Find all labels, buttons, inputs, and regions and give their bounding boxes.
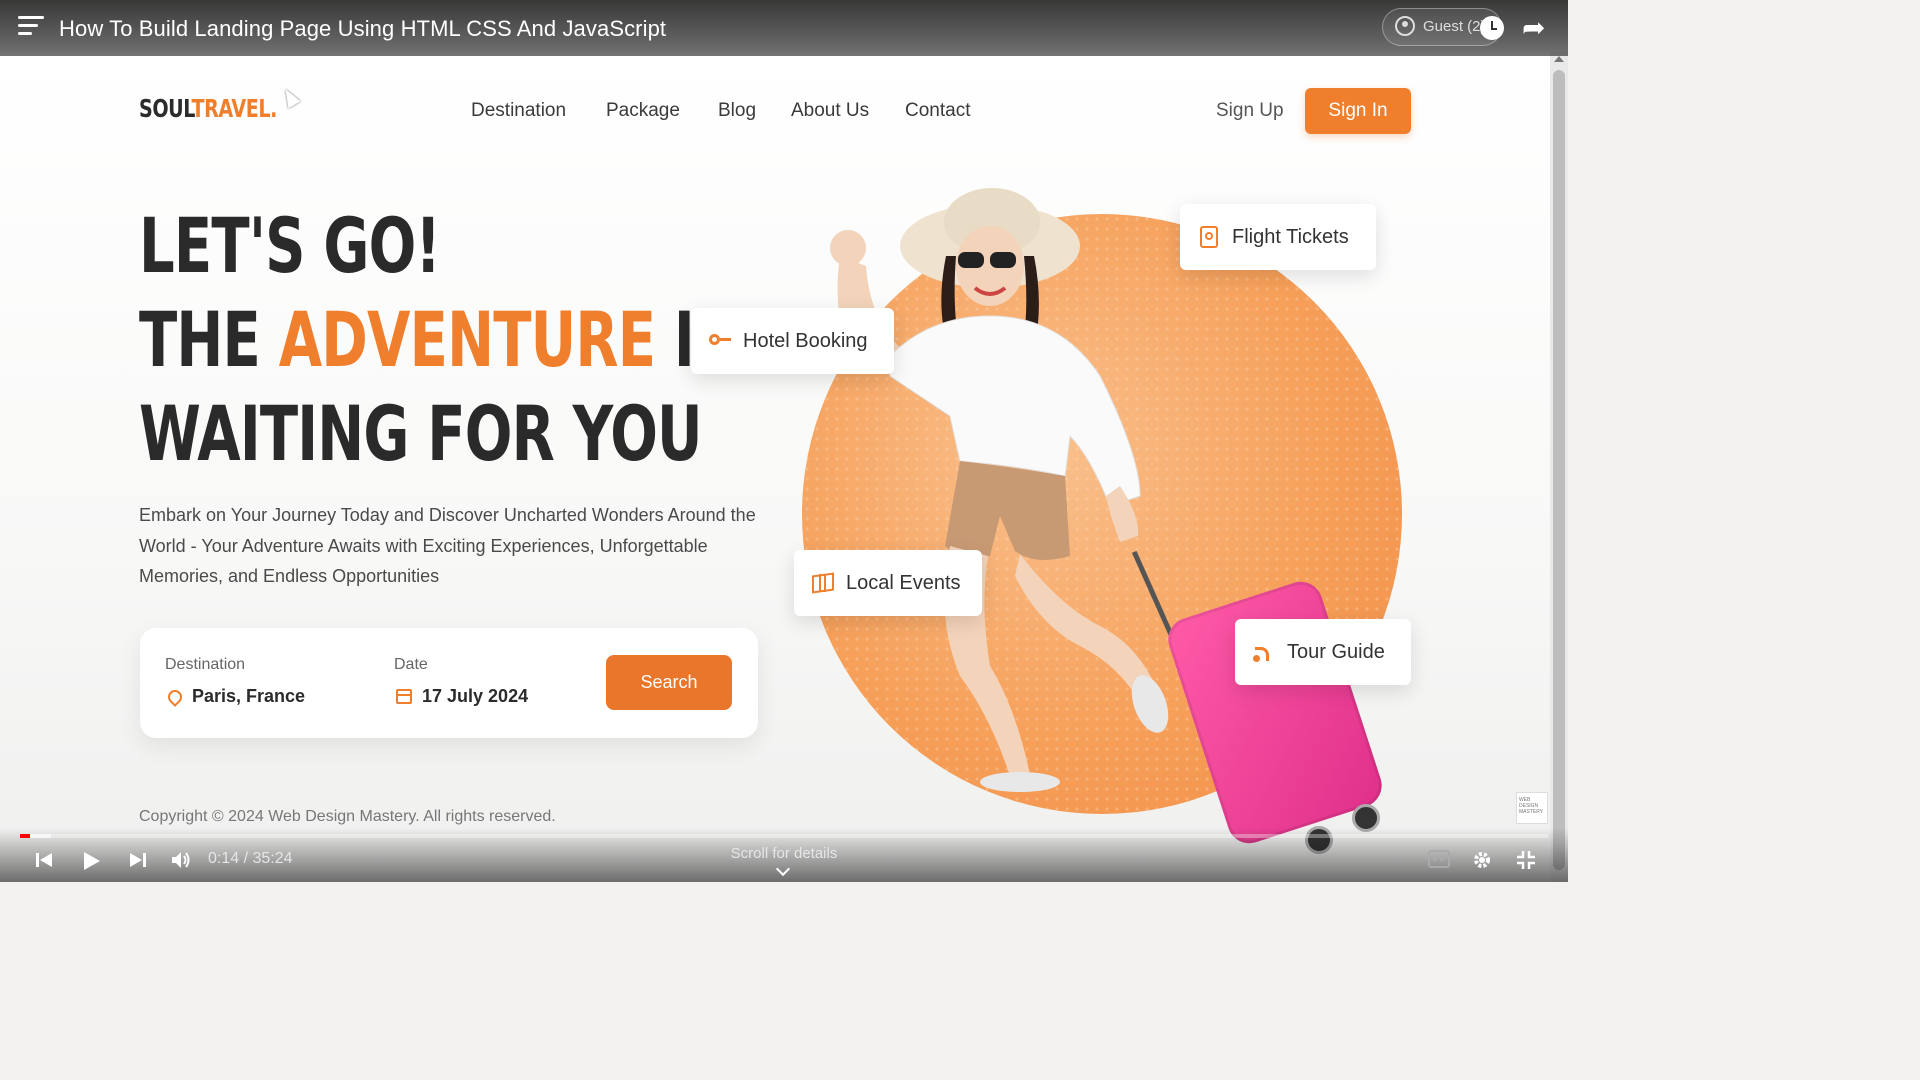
date-field[interactable]: 17 July 2024 [396,686,528,707]
account-icon [1395,16,1415,36]
clock-icon[interactable] [1480,16,1504,40]
scroll-hint[interactable]: Scroll for details [729,845,839,862]
hero-line-1: LET'S GO! [139,201,441,290]
nav-package[interactable]: Package [606,100,680,122]
date-value: 17 July 2024 [422,686,529,706]
channel-watermark: WEB DESIGN MASTERY [1516,792,1548,824]
calendar-icon [396,689,412,704]
flight-tickets-label: Flight Tickets [1232,225,1349,248]
player-top-bar: How To Build Landing Page Using HTML CSS… [0,0,1568,56]
date-label: Date [394,656,428,673]
key-icon [709,330,731,352]
hotel-booking-label: Hotel Booking [743,329,868,352]
hero-line-2: THE ADVENTURE IS [139,302,734,378]
hero-description: Embark on Your Journey Today and Discove… [139,505,756,586]
hero-line-2-pre: THE [139,295,261,384]
previous-icon[interactable] [34,850,54,870]
gear-icon[interactable] [1472,850,1492,870]
tour-guide-tag: Tour Guide [1235,619,1411,685]
sign-in-button[interactable]: Sign In [1305,88,1411,134]
search-button[interactable]: Search [606,655,732,710]
nav-blog[interactable]: Blog [718,100,756,122]
play-icon[interactable] [80,850,102,872]
map-icon [812,572,834,594]
captions-icon[interactable] [1428,850,1450,868]
account-label: Guest (2) [1423,18,1486,35]
nav-about-us[interactable]: About Us [791,100,869,122]
route-icon [1253,641,1275,663]
scroll-thumb[interactable] [1553,70,1565,870]
local-events-tag: Local Events [794,550,982,616]
nav-contact[interactable]: Contact [905,100,970,122]
sign-up-link[interactable]: Sign Up [1216,100,1284,122]
hero-accent-word: ADVENTURE [278,295,656,384]
ticket-icon [1198,226,1220,248]
scroll-up-arrow[interactable] [1554,56,1564,62]
tour-guide-label: Tour Guide [1287,640,1385,663]
copyright: Copyright © 2024 Web Design Mastery. All… [139,808,556,825]
skip-icon[interactable] [128,850,148,870]
mouse-cursor [279,85,301,109]
landing-page: SOULTRAVEL. Destination Package Blog Abo… [0,52,1550,882]
progress-bar[interactable] [20,834,1548,838]
pin-icon [165,686,185,707]
logo-accent: TRAVEL. [191,94,278,123]
menu-icon[interactable] [18,16,44,40]
hero-line-3: WAITING FOR YOU [139,389,703,478]
hotel-booking-tag: Hotel Booking [691,308,894,374]
video-title[interactable]: How To Build Landing Page Using HTML CSS… [59,16,666,42]
search-card: Destination Paris, France Date 17 July 2… [140,628,758,738]
traveler-illustration [830,188,1169,792]
share-icon[interactable]: ➦ [1522,14,1545,42]
time-display: 0:14 / 35:24 [208,850,293,867]
destination-field[interactable]: Paris, France [165,686,306,707]
volume-icon[interactable] [170,850,192,870]
player-controls: 0:14 / 35:24 Scroll for details [0,828,1568,882]
flight-tickets-tag: Flight Tickets [1180,204,1376,270]
logo-main: SOUL [139,94,192,123]
nav-destination[interactable]: Destination [471,100,566,122]
progress-played [20,834,31,838]
destination-label: Destination [165,656,246,673]
destination-value: Paris, France [192,686,306,706]
chevron-down-icon[interactable] [775,861,791,877]
site-logo[interactable]: SOULTRAVEL. [139,94,277,123]
page-scrollbar[interactable] [1550,52,1568,882]
local-events-label: Local Events [846,571,961,594]
exit-fullscreen-icon[interactable] [1516,850,1536,870]
